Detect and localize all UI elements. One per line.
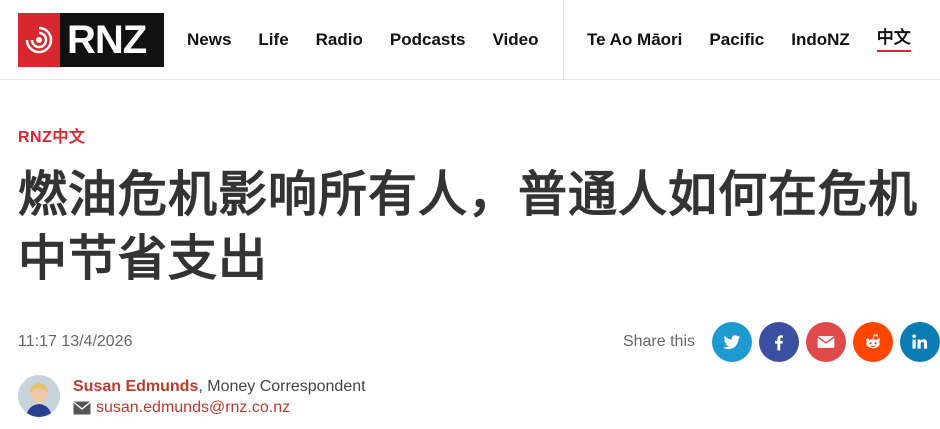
share-email-button[interactable] xyxy=(806,322,846,362)
author-avatar[interactable] xyxy=(18,375,60,417)
author-name[interactable]: Susan Edmunds xyxy=(73,378,198,395)
share-bar: Share this xyxy=(623,321,940,363)
author-byline: Susan Edmunds, Money Correspondent xyxy=(73,378,366,396)
nav-video[interactable]: Video xyxy=(492,0,538,80)
nav-te-ao-maori[interactable]: Te Ao Māori xyxy=(587,0,682,80)
nav-pacific[interactable]: Pacific xyxy=(709,0,764,80)
envelope-icon xyxy=(73,401,91,415)
author-email-link[interactable]: susan.edmunds@rnz.co.nz xyxy=(96,399,290,417)
main-nav: News Life Radio Podcasts Video xyxy=(187,0,565,80)
nav-news[interactable]: News xyxy=(187,0,231,80)
section-label[interactable]: RNZ中文 xyxy=(18,123,85,147)
rnz-radio-wave-icon xyxy=(18,13,60,67)
secondary-nav: Te Ao Māori Pacific IndoNZ 中文 xyxy=(587,0,938,80)
reddit-icon xyxy=(866,334,880,349)
article-timestamp: 11:17 13/4/2026 xyxy=(18,333,133,350)
nav-podcasts[interactable]: Podcasts xyxy=(390,0,466,80)
share-facebook-button[interactable] xyxy=(759,322,799,362)
nav-radio[interactable]: Radio xyxy=(316,0,363,80)
share-reddit-button[interactable] xyxy=(853,322,893,362)
author-role: , Money Correspondent xyxy=(198,378,366,395)
share-label: Share this xyxy=(622,333,695,350)
rnz-logo[interactable]: RNZ xyxy=(18,13,164,67)
article-headline: 燃油危机影响所有人，普通人如何在危机中节省支出 xyxy=(18,166,919,287)
logo-text: RNZ xyxy=(67,18,147,62)
facebook-icon xyxy=(775,335,783,351)
nav-life[interactable]: Life xyxy=(258,0,288,80)
site-header: RNZ News Life Radio Podcasts Video Te Ao… xyxy=(0,0,940,80)
share-linkedin-button[interactable] xyxy=(900,322,940,362)
email-icon xyxy=(817,336,835,348)
nav-indonz[interactable]: IndoNZ xyxy=(791,0,850,80)
linkedin-icon xyxy=(912,334,928,349)
twitter-icon xyxy=(722,335,741,350)
nav-chinese[interactable]: 中文 xyxy=(876,28,911,52)
share-twitter-button[interactable] xyxy=(712,322,752,362)
nav-divider xyxy=(563,0,564,80)
author-email-row: susan.edmunds@rnz.co.nz xyxy=(73,399,290,417)
